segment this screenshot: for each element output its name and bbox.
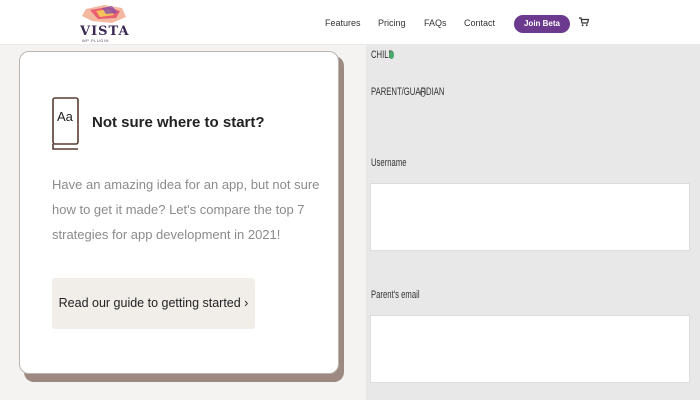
read-guide-button[interactable]: Read our guide to getting started › (52, 278, 255, 329)
cart-icon[interactable] (579, 17, 589, 27)
logo-wordmark: VISTA (80, 24, 130, 39)
parent-email-input[interactable] (370, 315, 690, 383)
vista-logo[interactable]: VISTA WP PLUGIN (80, 5, 130, 43)
getting-started-card: Aa Not sure where to start? Have an amaz… (19, 51, 339, 374)
logo-mark-icon (82, 5, 126, 23)
nav-features[interactable]: Features (325, 18, 361, 28)
username-label: Username (371, 157, 407, 169)
parent-radio[interactable] (420, 88, 426, 97)
child-radio[interactable] (389, 51, 394, 59)
nav-contact[interactable]: Contact (464, 18, 495, 28)
book-aa-icon: Aa (52, 97, 79, 150)
nav-faqs[interactable]: FAQs (424, 18, 447, 28)
signup-form-panel: CHILD PARENT/GUARDIAN Username Parent's … (366, 44, 700, 400)
parent-radio-label[interactable]: PARENT/GUARDIAN (371, 86, 444, 98)
join-beta-button[interactable]: Join Beta (514, 15, 570, 33)
logo-subtext: WP PLUGIN (82, 38, 109, 43)
card-title: Not sure where to start? (92, 114, 265, 131)
svg-text:Aa: Aa (57, 109, 74, 124)
parent-email-label: Parent's email (371, 289, 420, 301)
username-input[interactable] (370, 183, 690, 251)
card-body-text: Have an amazing idea for an app, but not… (52, 177, 320, 242)
nav-pricing[interactable]: Pricing (378, 18, 406, 28)
site-header: VISTA WP PLUGIN Features Pricing FAQs Co… (0, 0, 700, 45)
